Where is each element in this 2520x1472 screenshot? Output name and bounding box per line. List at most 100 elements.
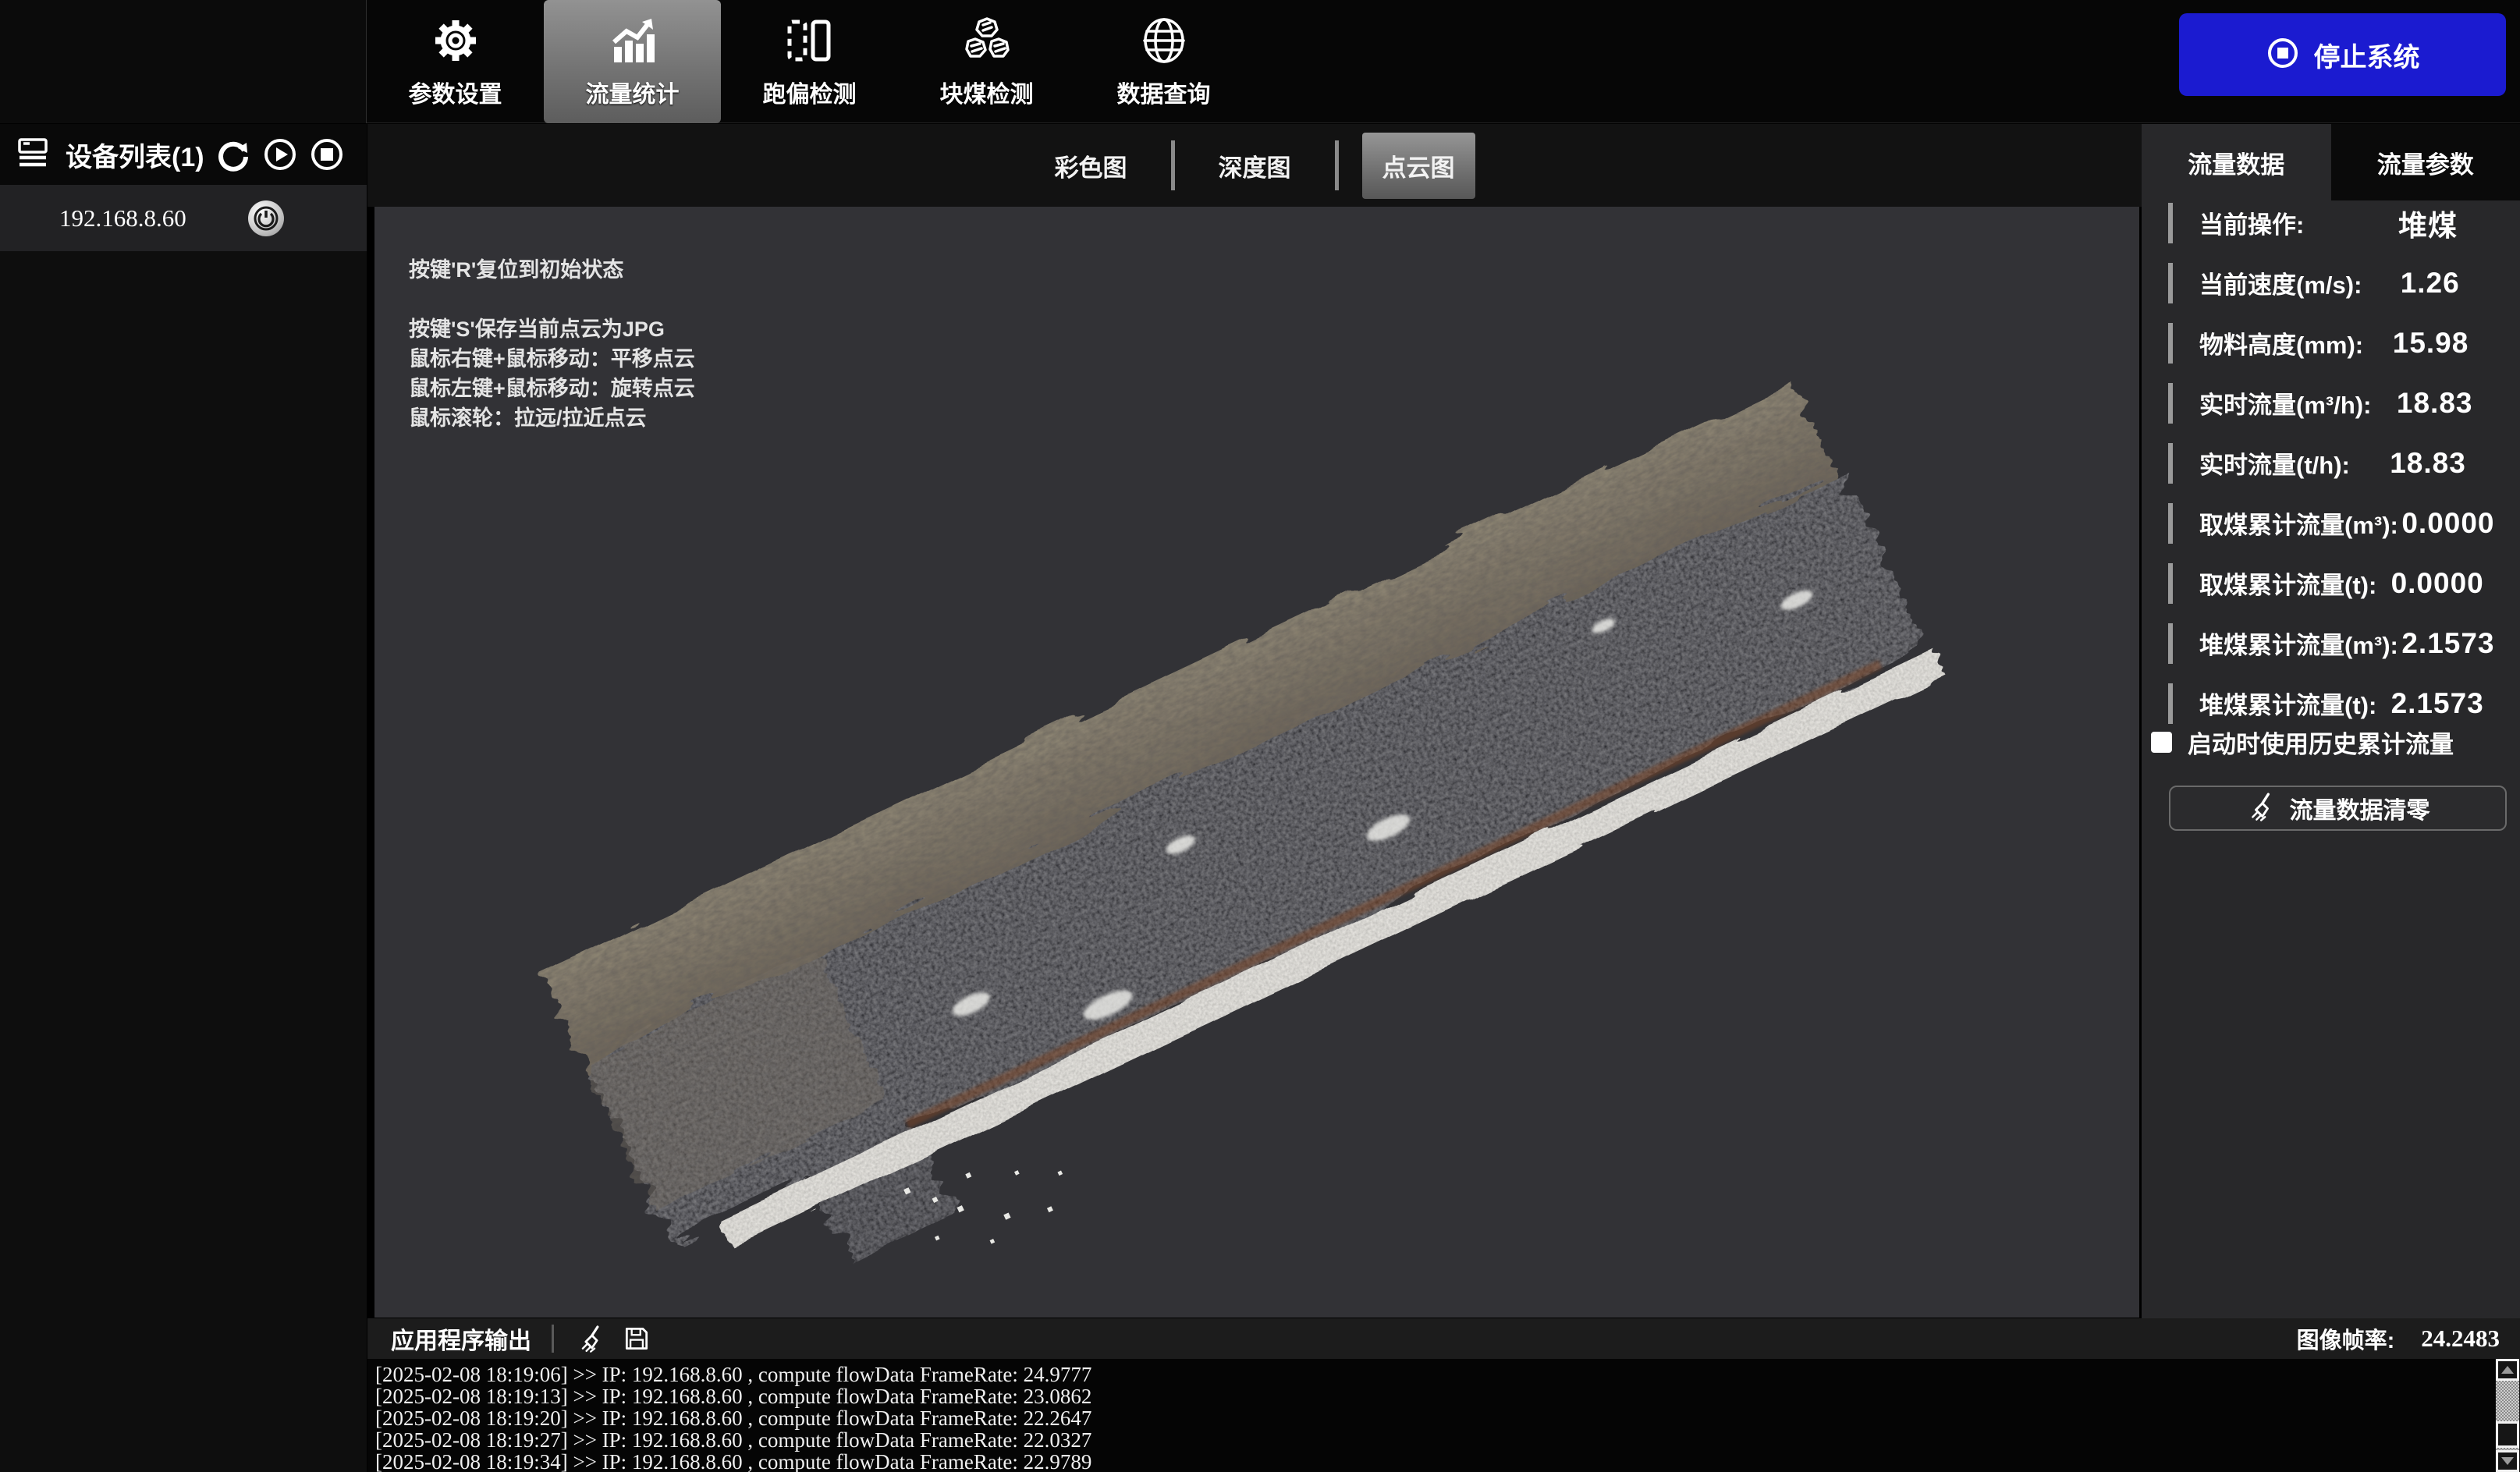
tab-flow-params[interactable]: 流量参数 [2331,124,2520,200]
row-value: 18.83 [2371,387,2498,420]
start-device-button[interactable] [262,137,298,172]
view-tabbar: 彩色图 深度图 点云图 [367,124,2142,207]
log-line: [2025-02-08 18:19:13] >> IP: 192.168.8.6… [375,1385,2520,1407]
toolbar-item-label: 数据查询 [1117,75,1211,109]
logo-area [0,0,367,123]
broom-icon [2246,791,2277,826]
scrollbar-down-button[interactable] [2496,1450,2519,1472]
row-label: 实时流量(m³/h): [2199,385,2371,420]
row-value: 0.0000 [2398,507,2498,540]
row-label: 当前速度(m/s): [2199,265,2362,300]
row-value: 堆煤 [2358,202,2498,244]
log-line: [2025-02-08 18:19:27] >> IP: 192.168.8.6… [375,1429,2520,1451]
flow-row-take-coal-cum-t: 取煤累计流量(t): 0.0000 [2142,553,2520,613]
instruction-line [409,285,695,314]
device-list-header: 设备列表(1) [0,124,367,185]
row-label: 物料高度(mm): [2199,325,2363,360]
gear-icon [429,14,482,67]
tab-depth-map[interactable]: 深度图 [1198,133,1311,199]
row-accent-bar [2168,443,2173,484]
instruction-line: 按键'R'复位到初始状态 [409,255,695,285]
clear-flow-data-button[interactable]: 流量数据清零 [2169,786,2507,831]
app-window: 参数设置 流量统计 [0,0,2520,1472]
row-accent-bar [2168,263,2173,303]
tab-separator [1335,140,1339,190]
output-console: 应用程序输出 图像帧率: 24.2483 [367,1318,2520,1472]
device-ip: 192.168.8.60 [59,204,186,232]
row-label: 取煤累计流量(m³): [2199,505,2398,541]
tab-color-map[interactable]: 彩色图 [1035,133,1148,199]
history-flow-checkbox-row: 启动时使用历史累计流量 [2142,718,2520,765]
globe-icon [1138,14,1191,67]
save-log-floppy-icon[interactable] [619,1321,654,1356]
flow-panel: 流量数据 流量参数 当前操作: 堆煤 当前速度(m/s): 1.26 物料高度(… [2142,124,2520,1318]
toolbar-item-label: 块煤检测 [940,75,1034,109]
device-sidebar: 设备列表(1) [0,124,367,1472]
toolbar-item-label: 参数设置 [409,75,502,109]
tab-flow-data[interactable]: 流量数据 [2142,124,2331,200]
row-value: 15.98 [2363,327,2498,360]
bar-chart-icon [606,14,659,67]
flow-row-stack-coal-cum-m3: 堆煤累计流量(m³): 2.1573 [2142,613,2520,673]
row-accent-bar [2168,623,2173,664]
device-power-button[interactable] [248,200,284,236]
scroll-down-arrow-icon [2501,1457,2514,1465]
row-value: 18.83 [2358,447,2498,480]
scroll-up-arrow-icon [2501,1366,2514,1374]
frame-rate: 图像帧率: 24.2483 [2297,1322,2500,1355]
device-row[interactable]: 192.168.8.60 [0,185,367,251]
flow-row-material-height: 物料高度(mm): 15.98 [2142,313,2520,373]
scrollbar-thumb[interactable] [2496,1421,2519,1448]
toolbar-item-deviation-detection[interactable]: 跑偏检测 [721,0,898,123]
flow-row-current-speed: 当前速度(m/s): 1.26 [2142,253,2520,313]
flow-data-rows: 当前操作: 堆煤 当前速度(m/s): 1.26 物料高度(mm): 15.98… [2142,193,2520,733]
row-value: 2.1573 [2398,627,2498,660]
toolbar-item-flow-statistics[interactable]: 流量统计 [544,0,721,123]
toolbar-item-coal-detection[interactable]: 块煤检测 [898,0,1075,123]
toolbar-item-data-query[interactable]: 数据查询 [1075,0,1252,123]
viewport-instructions: 按键'R'复位到初始状态 按键'S'保存当前点云为JPG 鼠标右键+鼠标移动：平… [409,255,695,433]
flow-row-realtime-flow-m3h: 实时流量(m³/h): 18.83 [2142,373,2520,433]
frame-rate-value: 24.2483 [2421,1325,2500,1353]
toolbar-item-parameter-settings[interactable]: 参数设置 [367,0,544,123]
row-label: 堆煤累计流量(t): [2199,686,2376,721]
toolbar-item-label: 跑偏检测 [763,75,857,109]
row-accent-bar [2168,203,2173,243]
instruction-line: 鼠标滚轮：拉远/拉近点云 [409,403,695,433]
row-accent-bar [2168,323,2173,364]
row-accent-bar [2168,683,2173,724]
row-label: 实时流量(t/h): [2199,445,2350,481]
top-toolbar: 参数设置 流量统计 [0,0,2520,123]
point-cloud-viewport[interactable]: 按键'R'复位到初始状态 按键'S'保存当前点云为JPG 鼠标右键+鼠标移动：平… [374,207,2139,1318]
device-list-title: 设备列表(1) [66,136,204,174]
instruction-line: 鼠标左键+鼠标移动：旋转点云 [409,374,695,403]
toolbar-items: 参数设置 流量统计 [367,0,1252,123]
device-list-icon [16,135,51,175]
scrollbar-up-button[interactable] [2496,1359,2519,1381]
clear-flow-data-label: 流量数据清零 [2290,791,2430,825]
console-separator [552,1325,554,1353]
tab-point-cloud[interactable]: 点云图 [1362,133,1475,199]
history-flow-checkbox[interactable] [2151,732,2172,753]
clear-log-broom-icon[interactable] [574,1321,609,1356]
row-label: 取煤累计流量(t): [2199,566,2376,601]
row-accent-bar [2168,503,2173,544]
flow-row-current-operation: 当前操作: 堆煤 [2142,193,2520,253]
log-line: [2025-02-08 18:19:34] >> IP: 192.168.8.6… [375,1451,2520,1472]
stop-device-button[interactable] [309,137,345,172]
stop-circle-icon [2266,36,2300,74]
toolbar-item-label: 流量统计 [586,75,680,109]
refresh-devices-button[interactable] [215,137,251,172]
scrollbar-track[interactable] [2496,1381,2519,1450]
instruction-line: 鼠标右键+鼠标移动：平移点云 [409,344,695,374]
instruction-line: 按键'S'保存当前点云为JPG [409,314,695,344]
console-header: 应用程序输出 图像帧率: 24.2483 [367,1318,2520,1359]
stop-system-button[interactable]: 停止系统 [2179,13,2506,96]
frame-rate-label: 图像帧率: [2297,1322,2395,1355]
flow-panel-tabs: 流量数据 流量参数 [2142,124,2520,200]
history-flow-checkbox-label: 启动时使用历史累计流量 [2188,725,2454,760]
device-list-actions [215,137,345,172]
row-value: 2.1573 [2376,687,2498,720]
console-log-area[interactable]: [2025-02-08 18:19:06] >> IP: 192.168.8.6… [367,1359,2520,1472]
deviation-icon [783,14,836,67]
